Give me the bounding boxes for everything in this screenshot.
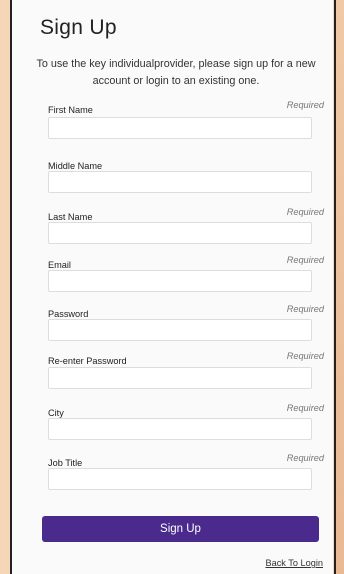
password-field: Password Required xyxy=(48,304,324,341)
page-subtitle: To use the key individualprovider, pleas… xyxy=(36,58,316,87)
first-name-field: First Name Required xyxy=(48,100,324,139)
last-name-field: Last Name Required xyxy=(48,207,324,244)
last-name-input[interactable] xyxy=(48,222,312,244)
middle-name-label: Middle Name xyxy=(48,161,103,171)
middle-name-input[interactable] xyxy=(48,171,312,193)
signup-card: Sign Up To use the key individualprovide… xyxy=(10,0,333,574)
reenter-password-field: Re-enter Password Required xyxy=(48,351,324,389)
password-required: Required xyxy=(286,304,324,314)
job-title-input[interactable] xyxy=(48,468,312,490)
page-edge xyxy=(334,0,344,574)
job-title-label: Job Title xyxy=(48,458,83,468)
middle-name-field: Middle Name xyxy=(48,156,324,193)
reenter-password-required: Required xyxy=(286,351,324,361)
reenter-password-label: Re-enter Password xyxy=(48,356,127,366)
first-name-required: Required xyxy=(286,100,324,110)
password-label: Password xyxy=(48,309,89,319)
first-name-input[interactable] xyxy=(48,117,312,139)
page-title: Sign Up xyxy=(40,16,117,39)
email-label: Email xyxy=(48,260,71,270)
last-name-required: Required xyxy=(286,207,324,217)
email-input[interactable] xyxy=(48,270,312,292)
city-field: City Required xyxy=(48,403,324,440)
city-label: City xyxy=(48,408,64,418)
job-title-field: Job Title Required xyxy=(48,453,324,490)
reenter-password-input[interactable] xyxy=(48,367,312,389)
first-name-label: First Name xyxy=(48,105,93,115)
city-required: Required xyxy=(286,403,324,413)
last-name-label: Last Name xyxy=(48,212,93,222)
job-title-required: Required xyxy=(286,453,324,463)
email-required: Required xyxy=(286,255,324,265)
email-field: Email Required xyxy=(48,255,324,292)
back-to-login-link[interactable]: Back To Login xyxy=(265,558,323,568)
signup-button[interactable]: Sign Up xyxy=(42,516,319,542)
city-input[interactable] xyxy=(48,418,312,440)
password-input[interactable] xyxy=(48,319,312,341)
